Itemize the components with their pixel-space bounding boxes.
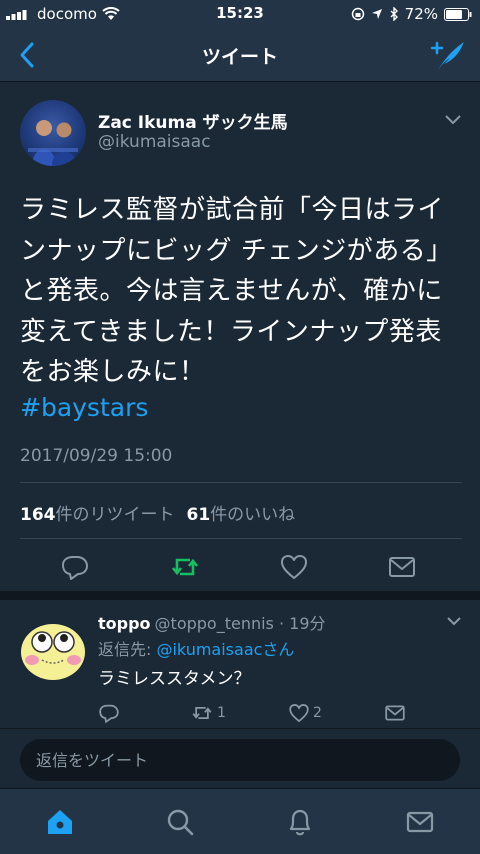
battery-percent: 72%: [404, 5, 438, 23]
tweet-stats: 164件のリツイート 61件のいいね: [20, 500, 295, 525]
reply-tweet[interactable]: toppo @toppo_tennis · 19分 返信先: @ikumaisaa…: [0, 600, 480, 728]
bluetooth-icon: [390, 7, 398, 21]
page-title: ツイート: [201, 46, 278, 68]
reply-reply-button[interactable]: [98, 702, 120, 724]
rotation-lock-icon: [351, 7, 364, 21]
compose-tweet-button[interactable]: [430, 38, 466, 72]
retweet-stat[interactable]: 164件のリツイート: [20, 500, 175, 525]
reply-actions: 1 2: [98, 702, 458, 724]
reply-retweet-count: 1: [217, 705, 226, 721]
notifications-icon[interactable]: [285, 807, 315, 837]
reply-avatar[interactable]: [20, 616, 86, 682]
main-tweet: Zac Ikuma ザック生馬 @ikumaisaac ラミレス監督が試合前「今…: [0, 82, 480, 594]
reply-to-line: 返信先: @ikumaisaacさん: [98, 636, 294, 660]
retweet-icon[interactable]: [170, 552, 200, 582]
avatar-image: [28, 120, 78, 166]
divider: [20, 538, 462, 539]
direct-message-icon[interactable]: [387, 552, 417, 582]
reply-like-button[interactable]: 2: [288, 702, 322, 724]
like-count: 61: [186, 505, 211, 525]
reply-time: · 19分: [278, 614, 326, 633]
chevron-down-icon[interactable]: [444, 114, 462, 126]
tab-bar: [0, 788, 480, 854]
search-icon[interactable]: [165, 807, 195, 837]
reply-icon[interactable]: [60, 552, 90, 582]
author-avatar[interactable]: [20, 100, 86, 166]
divider: [20, 482, 462, 483]
reply-author-name[interactable]: toppo: [98, 614, 151, 633]
reply-to-label: 返信先:: [98, 640, 157, 659]
hashtag-link[interactable]: #baystars: [20, 393, 148, 422]
author-name[interactable]: Zac Ikuma ザック生馬: [98, 108, 288, 133]
section-separator: [0, 591, 480, 600]
like-label: 件のいいね: [210, 505, 296, 525]
retweet-icon: [192, 706, 212, 720]
reply-author-handle[interactable]: @toppo_tennis: [155, 614, 274, 633]
direct-message-icon: [385, 705, 405, 721]
chevron-down-icon[interactable]: [446, 616, 462, 627]
battery-icon: [444, 7, 472, 21]
tweet-timestamp: 2017/09/29 15:00: [20, 446, 173, 466]
like-icon[interactable]: [279, 552, 309, 582]
reply-input[interactable]: [20, 739, 460, 781]
reply-to-user[interactable]: @ikumaisaacさん: [156, 640, 294, 659]
reply-icon: [99, 704, 119, 724]
location-icon: [371, 9, 382, 19]
retweet-label: 件のリツイート: [55, 505, 175, 525]
tweet-actions: [0, 552, 480, 582]
reply-text: ラミレススタメン？: [98, 669, 251, 689]
home-icon[interactable]: [45, 807, 75, 837]
author-handle[interactable]: @ikumaisaac: [98, 132, 211, 152]
nav-bar: ツイート: [0, 28, 480, 82]
tweet-text: ラミレス監督が試合前「今日はラインナップにビッグ チェンジがある」と発表。今は言…: [20, 195, 453, 387]
reply-like-count: 2: [313, 705, 322, 721]
messages-icon[interactable]: [405, 807, 435, 837]
status-bar: docomo 15:23 72%: [0, 0, 480, 28]
like-icon: [289, 704, 309, 723]
reply-header: toppo @toppo_tennis · 19分: [98, 610, 326, 634]
status-right: 72%: [351, 5, 472, 23]
reply-message-button[interactable]: [384, 702, 406, 724]
reply-retweet-button[interactable]: 1: [190, 702, 226, 724]
like-stat[interactable]: 61件のいいね: [187, 500, 296, 525]
retweet-count: 164: [20, 505, 56, 525]
reply-compose-bar: [0, 728, 480, 788]
